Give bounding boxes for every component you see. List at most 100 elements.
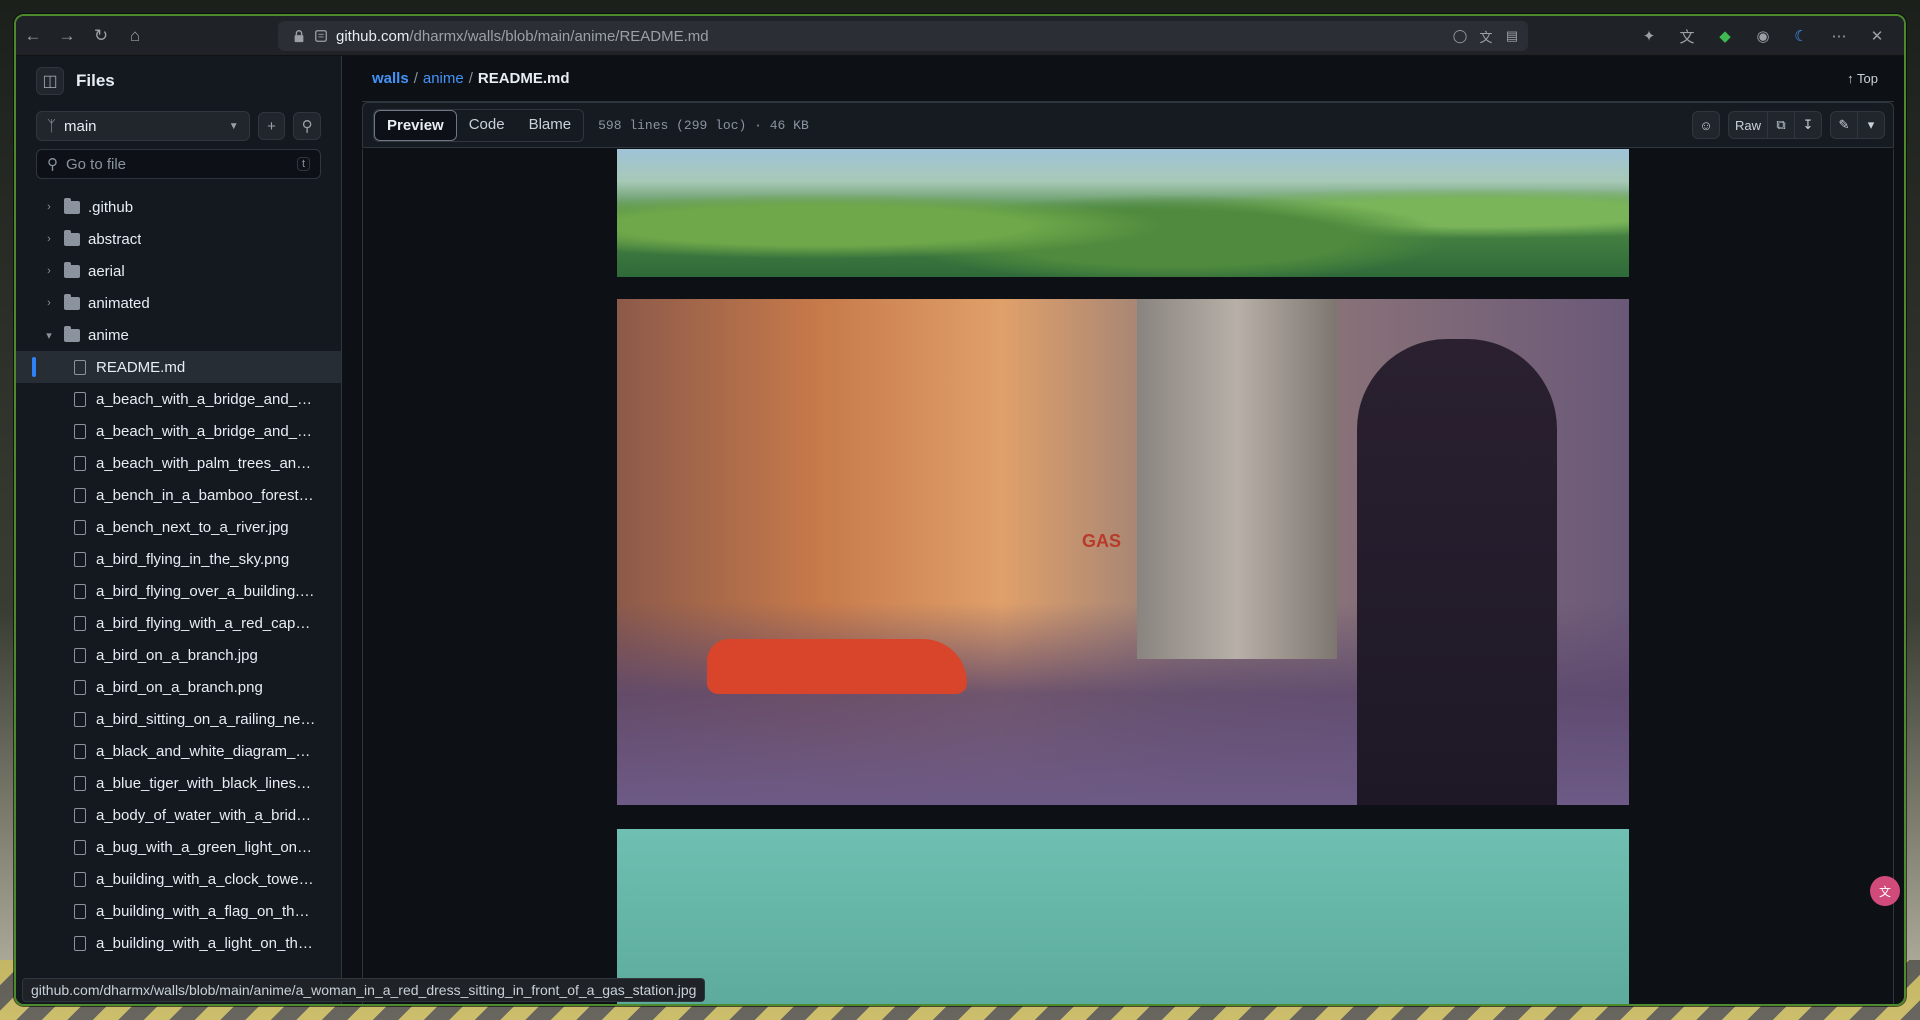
readme-preview: GAS [362, 149, 1894, 1004]
tree-file[interactable]: a_bird_flying_with_a_red_cape_a... [16, 607, 341, 639]
tab-code[interactable]: Code [457, 110, 517, 141]
tree-file[interactable]: a_blue_tiger_with_black_lines_a... [16, 767, 341, 799]
folder-icon [64, 261, 80, 278]
go-to-file-input[interactable]: ⚲ Go to file t [36, 149, 321, 179]
breadcrumb-repo-link[interactable]: walls [372, 70, 409, 87]
wallpaper-image-forest[interactable] [617, 149, 1629, 277]
search-button[interactable]: ⚲ [293, 112, 322, 140]
copy-icon[interactable]: ⧉ [1767, 111, 1795, 139]
file-icon [74, 519, 86, 535]
tree-file-label: a_building_with_a_clock_tower_... [96, 870, 316, 888]
file-icon [74, 711, 86, 727]
top-label: Top [1857, 71, 1878, 86]
tree-folder[interactable]: › animated [16, 287, 341, 319]
image-sign-text: GAS [1082, 531, 1122, 551]
extensions-icon[interactable]: ✦ [1632, 19, 1666, 53]
add-file-button[interactable]: + [257, 112, 286, 140]
file-icon [74, 583, 86, 599]
menu-icon[interactable]: ⋯ [1822, 19, 1856, 53]
tree-folder[interactable]: › .github [16, 191, 341, 223]
tree-file[interactable]: a_beach_with_palm_trees_and_a... [16, 447, 341, 479]
close-icon[interactable]: ✕ [1860, 19, 1894, 53]
download-icon[interactable]: ↧ [1794, 111, 1822, 139]
file-header: Preview Code Blame 598 lines (299 loc) ·… [362, 102, 1894, 148]
wallpaper-image-teal[interactable] [617, 829, 1629, 1004]
tree-file[interactable]: a_bird_sitting_on_a_railing_next... [16, 703, 341, 735]
file-icon [74, 807, 86, 823]
tree-file-label: a_bug_with_a_green_light_on_th... [96, 838, 316, 856]
lock-icon [294, 30, 304, 43]
file-icon [74, 679, 86, 695]
tree-file[interactable]: a_bird_flying_over_a_building.jp... [16, 575, 341, 607]
tree-folder[interactable]: › abstract [16, 223, 341, 255]
tree-folder[interactable]: › aerial [16, 255, 341, 287]
edit-icon[interactable]: ✎ [1830, 111, 1858, 139]
file-icon [74, 423, 86, 439]
wallpaper-image-gas-station[interactable]: GAS [617, 299, 1629, 805]
breadcrumb: walls / anime / README.md ↑ Top [362, 56, 1894, 102]
tree-file[interactable]: a_bird_on_a_branch.png [16, 671, 341, 703]
tree-file-label: a_bird_on_a_branch.jpg [96, 646, 258, 664]
folder-icon [64, 197, 80, 214]
search-icon: ⚲ [47, 156, 58, 173]
translate-icon[interactable]: 文 [1478, 28, 1494, 45]
file-icon [74, 935, 86, 951]
shortcut-key: t [296, 157, 310, 171]
tree-file-label: a_bird_on_a_branch.png [96, 678, 263, 696]
tree-file[interactable]: a_building_with_a_flag_on_the_r... [16, 895, 341, 927]
translate-ext-icon[interactable]: 文 [1670, 19, 1704, 53]
tree-file[interactable]: a_bug_with_a_green_light_on_th... [16, 831, 341, 863]
tree-file[interactable]: a_bench_in_a_bamboo_forest.png [16, 479, 341, 511]
folder-icon [64, 229, 80, 246]
ublock-icon[interactable]: ◆ [1708, 19, 1742, 53]
tree-file-label: a_bird_sitting_on_a_railing_next... [96, 710, 316, 728]
raw-button[interactable]: Raw [1727, 111, 1768, 139]
chevron-down-icon: ▼ [228, 120, 239, 132]
tab-blame[interactable]: Blame [517, 110, 584, 141]
tree-file[interactable]: a_building_with_a_clock_tower_... [16, 863, 341, 895]
breadcrumb-folder-link[interactable]: anime [423, 70, 464, 87]
tree-file[interactable]: a_beach_with_a_bridge_and_tre... [16, 415, 341, 447]
addon-icon[interactable]: ◉ [1746, 19, 1780, 53]
reload-icon[interactable]: ↻ [84, 19, 118, 53]
tree-file[interactable]: a_beach_with_a_bridge_and_tre... [16, 383, 341, 415]
tree-folder-label: .github [88, 198, 134, 216]
tree-file[interactable]: a_black_and_white_diagram_of_... [16, 735, 341, 767]
browser-toolbar: ← → ↻ ⌂ github.com/dharmx/walls/blob/mai… [16, 16, 1904, 56]
tree-folder[interactable]: ▾ anime [16, 319, 341, 351]
file-info: 598 lines (299 loc) · 46 KB [598, 117, 809, 133]
chevron-right-icon: › [47, 233, 51, 245]
tree-file[interactable]: a_bird_flying_in_the_sky.png [16, 543, 341, 575]
tree-file[interactable]: README.md [16, 351, 341, 383]
copilot-icon[interactable]: ☺ [1691, 111, 1720, 139]
branch-selector[interactable]: ᛉ main ▼ [36, 111, 250, 141]
breadcrumb-current-file: README.md [477, 70, 570, 87]
translate-float-icon[interactable]: 文 [1870, 876, 1900, 906]
tree-file-label: a_building_with_a_flag_on_the_r... [96, 902, 316, 920]
browser-window: ← → ↻ ⌂ github.com/dharmx/walls/blob/mai… [14, 14, 1906, 1006]
sidebar-collapse-icon[interactable]: ◫ [36, 67, 64, 95]
tab-preview[interactable]: Preview [374, 109, 457, 141]
tree-file[interactable]: a_body_of_water_with_a_bridge... [16, 799, 341, 831]
top-link[interactable]: ↑ Top [1847, 71, 1894, 86]
home-icon[interactable]: ⌂ [118, 19, 152, 53]
back-icon[interactable]: ← [16, 19, 50, 53]
tree-file[interactable]: a_bird_on_a_branch.jpg [16, 639, 341, 671]
sidebar-title: Files [76, 71, 115, 90]
file-icon [74, 871, 86, 887]
tree-folder-label: aerial [88, 262, 125, 280]
url-bar[interactable]: github.com/dharmx/walls/blob/main/anime/… [278, 21, 1528, 51]
view-mode-tabs: Preview Code Blame [373, 108, 585, 142]
forward-icon[interactable]: → [50, 19, 84, 53]
dark-mode-icon[interactable]: ☾ [1784, 19, 1818, 53]
github-page: ◫ Files ᛉ main ▼ + ⚲ ⚲ Go to file t › .gi… [16, 56, 1904, 1004]
tree-file-label: a_bird_flying_with_a_red_cape_a... [96, 614, 316, 632]
chevron-down-icon[interactable]: ▾ [1857, 111, 1885, 139]
tree-file-label: README.md [96, 358, 186, 376]
tree-file[interactable]: a_building_with_a_light_on_the_... [16, 927, 341, 959]
tree-file[interactable]: a_bench_next_to_a_river.jpg [16, 511, 341, 543]
reader-mode-icon[interactable]: ▤ [1504, 28, 1520, 44]
chevron-right-icon: › [47, 201, 51, 213]
tree-file-label: a_body_of_water_with_a_bridge... [96, 806, 316, 824]
shield-icon[interactable]: ◯ [1452, 28, 1468, 44]
